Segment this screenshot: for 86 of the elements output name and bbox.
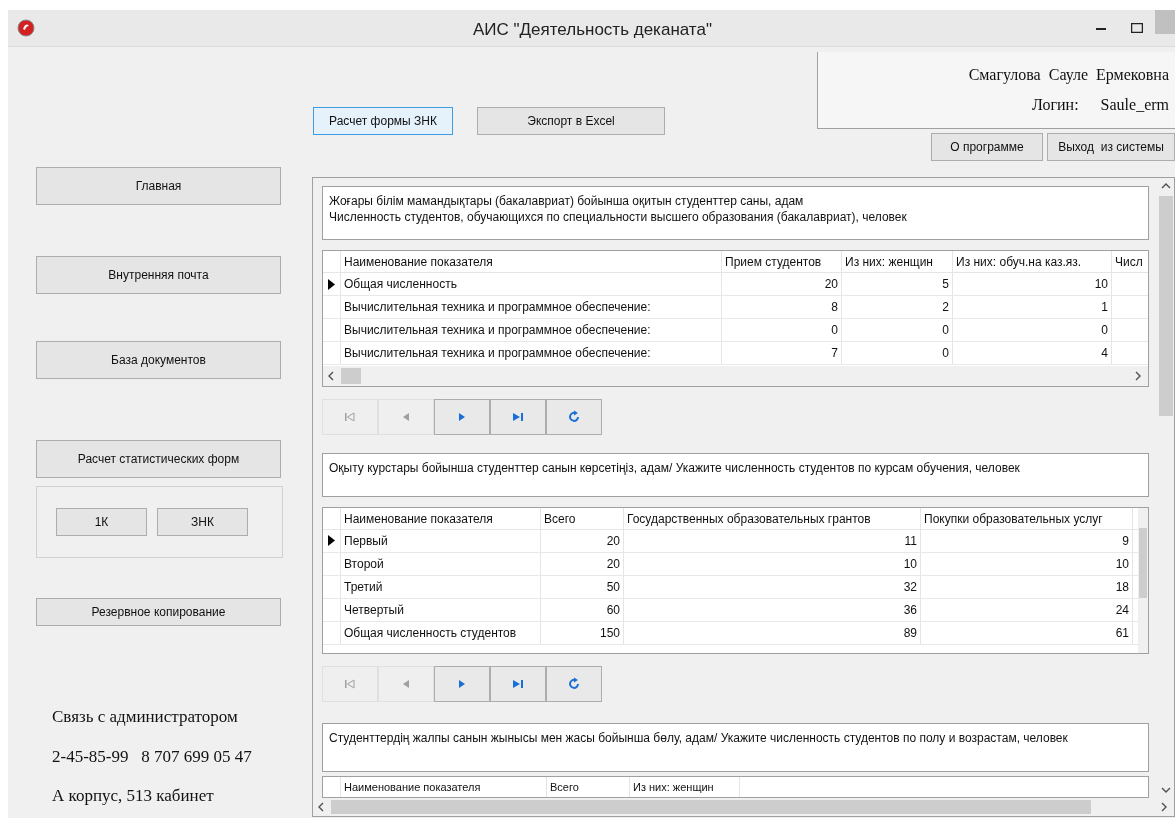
minimize-icon [1096,26,1106,30]
table-cell: 0 [722,319,842,341]
column-header[interactable]: Наименование показателя [341,777,547,797]
table-cell: 61 [921,621,1133,644]
current-row-icon [328,535,335,547]
table-cell: 1 [953,296,1112,318]
toolbar-button[interactable]: Расчет формы ЗНК [313,107,453,135]
table-cell: 32 [624,575,921,598]
navigator-button[interactable] [490,399,546,436]
column-header[interactable]: Прием студентов [722,251,842,272]
sidebar-button[interactable]: Резервное копирование [36,598,281,626]
window-title: АИС "Деятельность деканата" [473,19,712,41]
navigator-button[interactable] [434,665,490,702]
toolbar-button[interactable]: Экспорт в Excel [477,107,665,135]
table-cell: 18 [921,575,1133,598]
sidebar-button[interactable]: Расчет статистических форм [36,440,281,478]
table-cell: 10 [953,273,1112,295]
refresh-icon [567,410,581,425]
navigator-button[interactable] [434,399,490,436]
column-header[interactable]: Всего [541,507,624,529]
header-button[interactable]: Выход из системы [1047,133,1175,161]
navigator-button[interactable] [490,665,546,702]
column-header[interactable]: Покупки образовательных услуг [921,507,1133,529]
close-button[interactable] [1155,10,1175,34]
table-cell: 60 [541,598,624,621]
table-cell: 7 [722,342,842,364]
column-header[interactable]: Всего [547,777,630,797]
table-cell: 5 [842,273,953,295]
table-cell: 10 [921,552,1133,575]
refresh-icon [567,676,581,691]
table-cell: 89 [624,621,921,644]
current-row-icon [328,278,335,290]
sidebar-button[interactable]: Внутренняя почта [36,256,281,294]
sidebar-button[interactable]: База документов [36,341,281,379]
table-cell: Общая численность студентов [341,621,541,644]
table-cell: Общая численность [341,273,722,295]
table-cell: 10 [624,552,921,575]
section-caption: Студенттердің жалпы санын жынысы мен жасы бойынша бөлу, адам/ Укажите численность студентов по полу и возрастам, человек [322,723,1149,773]
scrollbar-thumb[interactable] [341,368,361,385]
form-button[interactable]: 1К [56,508,147,536]
contact-text: А корпус, 513 кабинет [52,785,215,807]
table-cell: 20 [541,529,624,552]
table-cell: Четвертый [341,598,541,621]
table-cell: 0 [842,342,953,364]
first-record-icon [343,410,357,425]
table-cell: 24 [921,598,1133,621]
column-header[interactable]: Из них: женщин [842,251,953,272]
column-header[interactable]: Государственных образовательных грантов [624,507,921,529]
table-cell: 9 [921,529,1133,552]
table-cell: Второй [341,552,541,575]
login-label: Логин: [1032,95,1079,115]
section-caption: Жоғары білім мамандықтары (бакалавриат) бойынша оқитын студенттер саны, адам Численность студентов, обучающихся по специальности высшего образования (бакалавриат), человек [322,186,1149,240]
table-cell: 150 [541,621,624,644]
table-cell: 0 [842,319,953,341]
form-button[interactable]: ЗНК [157,508,248,536]
column-header[interactable]: Наименование показателя [341,507,541,529]
user-name: Смагулова Сауле Ермековна [968,65,1169,86]
table-cell: Первый [341,529,541,552]
table-cell: 8 [722,296,842,318]
sidebar-button[interactable]: Главная [36,167,281,205]
contact-text: Связь с администратором [52,706,239,728]
contact-text: 2-45-85-99 8 707 699 05 47 [52,745,253,768]
table-cell: 2 [842,296,953,318]
column-header[interactable]: Из них: обуч.на каз.яз. [953,251,1112,272]
header-button[interactable]: О программе [931,133,1043,161]
table-cell: Вычислительная техника и программное обеспечение: [341,296,722,318]
table-cell: 4 [953,342,1112,364]
table-cell: 20 [541,552,624,575]
table-cell: Третий [341,575,541,598]
table-cell: 50 [541,575,624,598]
first-record-icon [343,676,357,691]
table-cell: Вычислительная техника и программное обеспечение: [341,319,722,341]
column-header[interactable]: Числ [1112,251,1148,272]
login-value: Saule_erm [1100,95,1169,115]
table-cell: 36 [624,598,921,621]
column-header[interactable]: Наименование показателя [341,251,722,272]
maximize-icon [1131,23,1143,33]
app-logo-icon [17,19,35,37]
column-header[interactable]: Из них: женщин [630,777,740,797]
table-cell: 0 [953,319,1112,341]
navigator-button[interactable] [546,399,602,436]
table-cell: 20 [722,273,842,295]
table-cell: Вычислительная техника и программное обеспечение: [341,342,722,364]
section-caption: Оқыту курстары бойынша студенттер санын көрсетіңіз, адам/ Укажите численность студентов по курсам обучения, человек [322,452,1149,497]
table-cell: 11 [624,529,921,552]
navigator-button[interactable] [546,665,602,702]
